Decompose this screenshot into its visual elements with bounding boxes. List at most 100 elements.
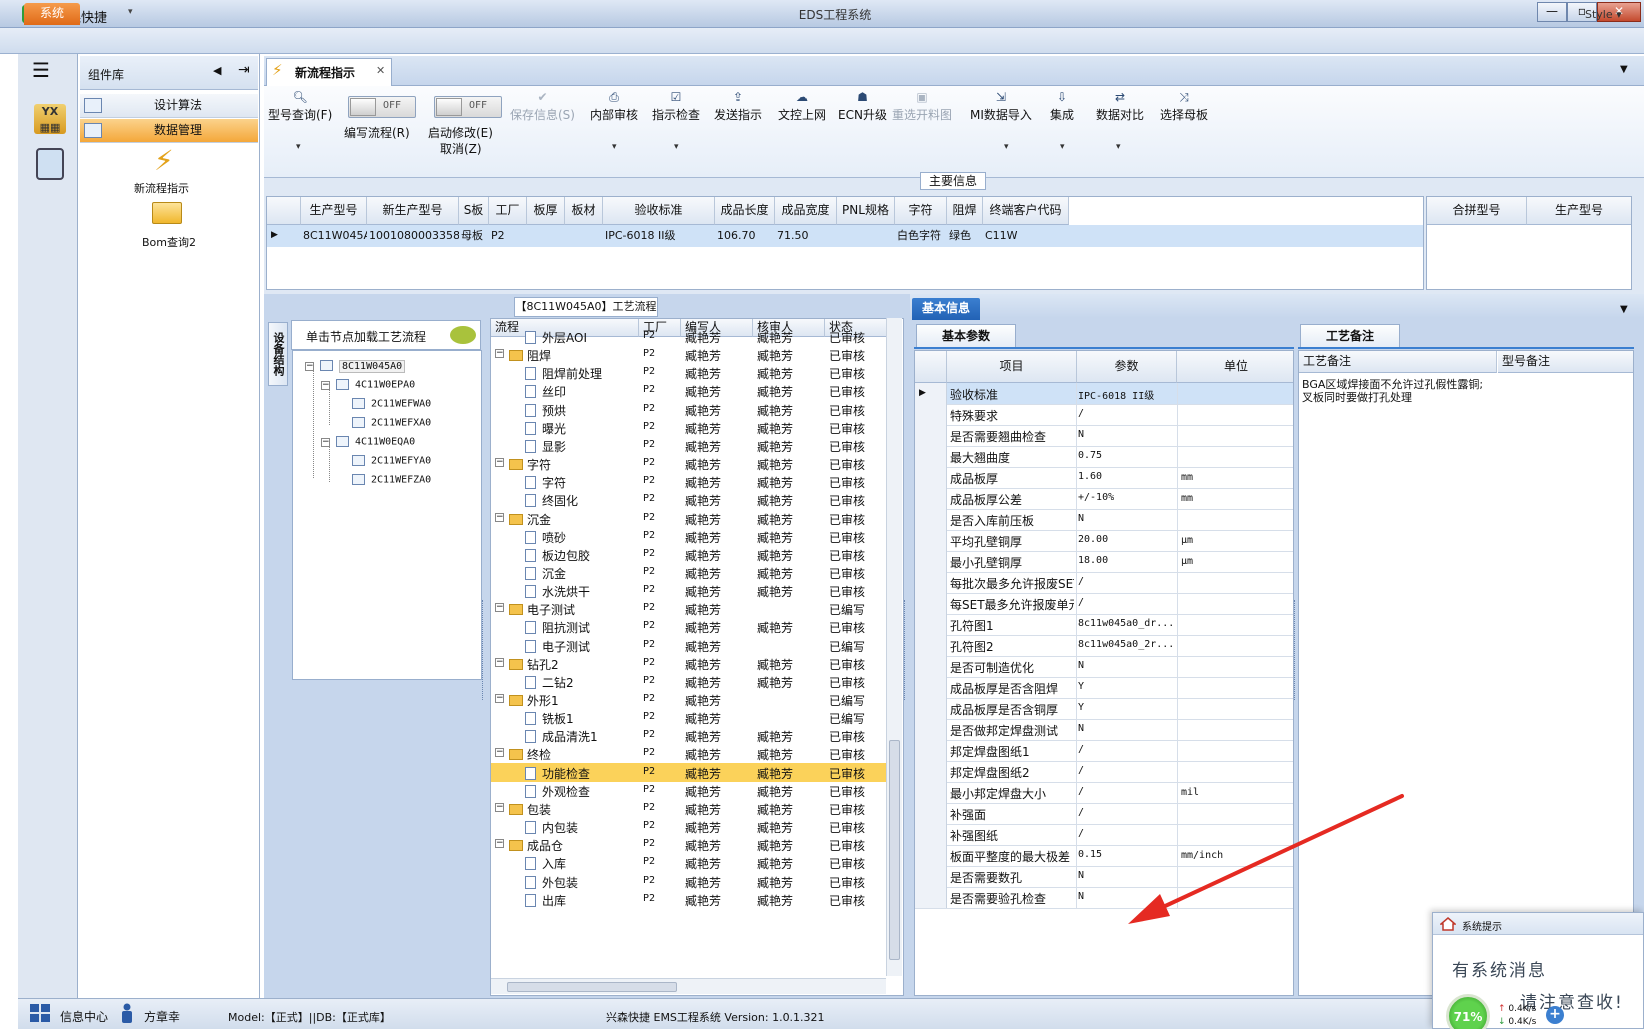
param-value[interactable]: Y [1078,681,1174,692]
column-header[interactable]: 板材 [565,197,603,225]
table-row[interactable]: 板边包胶 P2 臧艳芳 臧艳芳 已审核 [491,545,887,564]
tab-device-structure[interactable]: 设备结构 [268,322,288,386]
library-item-design-algorithm[interactable]: 设计算法 [80,94,258,118]
chevron-down-icon[interactable]: ▾ [1060,142,1065,152]
scrollbar-thumb[interactable] [507,982,677,992]
table-row[interactable]: 曝光 P2 臧艳芳 臧艳芳 已审核 [491,418,887,437]
table-row[interactable]: 成品仓 − P2 臧艳芳 臧艳芳 已审核 [491,835,887,854]
param-value[interactable]: 8c11w045a0_2r... [1078,639,1174,650]
table-row[interactable]: 喷砂 P2 臧艳芳 臧艳芳 已审核 [491,527,887,546]
plus-icon[interactable]: + [1546,1006,1564,1024]
row-selector[interactable]: ▶ [915,383,947,404]
table-cell[interactable]: 白色字符 [897,226,947,246]
table-row[interactable]: 是否需要翘曲检查 N [915,425,1293,447]
tree-node[interactable]: 2C11WEFZA0 [352,474,431,486]
column-header[interactable]: 字符 [895,197,947,225]
row-selector[interactable] [915,845,947,866]
integrate-button[interactable]: ⇩ 集成 [1050,90,1074,123]
column-header[interactable]: 成品宽度 [775,197,837,225]
column-header[interactable]: 项目 [947,351,1077,383]
param-value[interactable]: N [1078,429,1174,440]
row-selector[interactable] [915,551,947,572]
tree-collapse-icon[interactable]: − [495,349,504,359]
tab-process-remarks[interactable]: 工艺备注 [1300,324,1400,348]
param-value[interactable]: +/-10% [1078,492,1174,503]
table-row[interactable]: 外形1 − P2 臧艳芳 已编写 [491,690,887,709]
param-value[interactable]: 1.60 [1078,471,1174,482]
table-row[interactable]: 是否做邦定焊盘测试 N [915,719,1293,741]
table-row[interactable]: 成品板厚是否含铜厚 Y [915,698,1293,720]
chevron-down-icon[interactable]: ▾ [1004,142,1009,152]
param-value[interactable]: / [1078,408,1174,419]
close-tab-icon[interactable]: ✕ [376,64,385,77]
table-row[interactable]: 最小孔壁铜厚 18.00 μm [915,551,1293,573]
table-row[interactable]: ▶ 验收标准 IPC-6018 II级 [915,383,1293,405]
tree-collapse-icon[interactable]: − [495,748,504,758]
row-selector[interactable] [915,404,947,425]
table-row[interactable]: 沉金 P2 臧艳芳 臧艳芳 已审核 [491,563,887,582]
data-compare-button[interactable]: ⇄ 数据对比 [1096,90,1144,123]
column-header[interactable]: 终端客户代码 [983,197,1069,225]
pin-icon[interactable]: ⇥ [238,62,250,78]
calculator-icon[interactable] [36,148,64,180]
row-selector[interactable] [915,698,947,719]
row-selector[interactable] [915,803,947,824]
table-cell[interactable] [839,226,895,246]
table-cell[interactable] [529,226,565,246]
param-value[interactable]: / [1078,576,1174,587]
table-row[interactable]: 钻孔2 − P2 臧艳芳 臧艳芳 已审核 [491,654,887,673]
table-row[interactable]: 阻焊 − P2 臧艳芳 臧艳芳 已审核 [491,345,887,364]
row-selector[interactable] [915,635,947,656]
column-header[interactable]: 成品长度 [715,197,775,225]
tab-basic-info[interactable]: 基本信息 [912,298,980,320]
send-instruction-button[interactable]: ⇪ 发送指示 [714,90,762,123]
row-selector[interactable] [915,824,947,845]
row-selector[interactable] [915,530,947,551]
select-motherboard-button[interactable]: ⤨ 选择母板 [1160,90,1208,123]
table-row[interactable]: 成品清洗1 P2 臧艳芳 臧艳芳 已审核 [491,726,887,745]
table-row[interactable]: 每SET最多允许报废单元 / [915,593,1293,615]
tree-collapse-icon[interactable]: − [495,512,504,522]
tool-bom-query[interactable]: Bom查询2 [142,234,196,250]
table-row[interactable]: 最大翘曲度 0.75 [915,446,1293,468]
row-selector[interactable] [915,467,947,488]
table-row[interactable]: 阻抗测试 P2 臧艳芳 臧艳芳 已审核 [491,617,887,636]
table-row[interactable]: 孔符图1 8c11w045a0_dr... [915,614,1293,636]
param-value[interactable]: N [1078,723,1174,734]
tool-new-flow-instruction[interactable]: 新流程指示 [134,180,189,196]
row-selector[interactable] [915,425,947,446]
tree-collapse-icon[interactable]: − [495,694,504,703]
hamburger-menu-icon[interactable]: ☰ [32,60,54,80]
row-selector[interactable] [915,446,947,467]
table-row[interactable]: 邦定焊盘图纸2 / [915,761,1293,783]
param-value[interactable]: IPC-6018 II级 [1078,387,1174,402]
mi-data-import-button[interactable]: ⇲ MI数据导入 [970,90,1032,123]
table-row[interactable]: 预烘 P2 臧艳芳 臧艳芳 已审核 [491,400,887,419]
column-header[interactable]: S板 [459,197,489,225]
table-row[interactable]: 字符 P2 臧艳芳 臧艳芳 已审核 [491,472,887,491]
table-row[interactable]: 功能检查 P2 臧艳芳 臧艳芳 已审核 [491,762,887,782]
tree-collapse-icon[interactable]: − [305,362,314,371]
row-selector[interactable] [915,887,947,908]
table-row[interactable]: 包装 − P2 臧艳芳 臧艳芳 已审核 [491,799,887,818]
param-value[interactable]: 20.00 [1078,534,1174,545]
lightning-icon[interactable]: ⚡ [154,144,174,177]
param-value[interactable]: 0.75 [1078,450,1174,461]
table-cell[interactable] [567,226,603,246]
table-cell[interactable]: 106.70 [717,226,775,246]
chevron-down-icon[interactable]: ▾ [674,142,679,152]
row-selector[interactable] [915,866,947,887]
chevron-down-icon[interactable]: ▾ [612,142,617,152]
enable-modify-toggle[interactable]: OFF [434,96,502,118]
panel-splitter[interactable] [904,600,910,700]
chevron-down-icon[interactable]: ▾ [1116,142,1121,152]
param-value[interactable]: 18.00 [1078,555,1174,566]
table-row[interactable]: 铣板1 P2 臧艳芳 已编写 [491,708,887,727]
table-row[interactable]: 外包装 P2 臧艳芳 臧艳芳 已审核 [491,872,887,891]
collapse-arrow-icon[interactable]: ◀ [213,64,221,77]
table-row[interactable]: 内包装 P2 臧艳芳 臧艳芳 已审核 [491,817,887,836]
yx-module-icon[interactable]: YX ▦▦ [34,104,66,134]
table-row[interactable]: 外层AOI P2 臧艳芳 臧艳芳 已审核 [491,327,887,346]
ecn-upgrade-button[interactable]: ☗ ECN升级 [838,90,887,123]
tree-collapse-icon[interactable]: − [495,802,504,812]
